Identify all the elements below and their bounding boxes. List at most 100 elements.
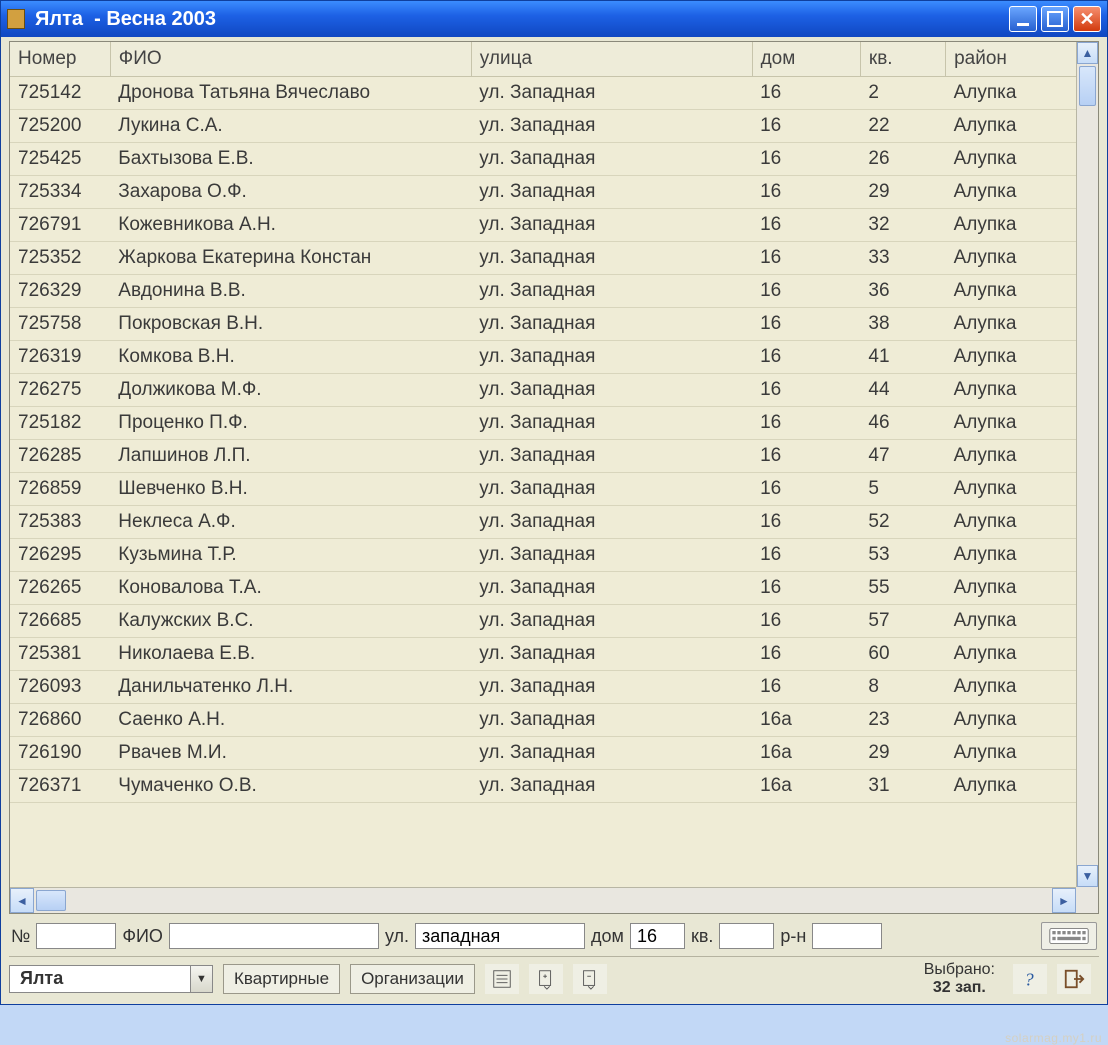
export-remove-button[interactable] [573,964,607,994]
cell-num: 725200 [10,110,110,143]
search-fio-input[interactable] [169,923,379,949]
table-row[interactable]: 726265Коновалова Т.А.ул. Западная1655Алу… [10,572,1076,605]
cell-street: ул. Западная [471,176,752,209]
scroll-down-button[interactable]: ▼ [1077,865,1098,887]
cell-street: ул. Западная [471,407,752,440]
scroll-left-button[interactable]: ◄ [10,888,34,913]
cell-house: 16а [752,770,860,803]
search-house-input[interactable] [630,923,685,949]
cell-num: 726093 [10,671,110,704]
cell-num: 726329 [10,275,110,308]
col-apt[interactable]: кв. [860,42,945,77]
cell-house: 16 [752,242,860,275]
data-grid[interactable]: Номер ФИО улица дом кв. район 725142Дрон… [10,42,1076,887]
table-row[interactable]: 726791Кожевникова А.Н.ул. Западная1632Ал… [10,209,1076,242]
cell-num: 725758 [10,308,110,341]
cell-fio: Кожевникова А.Н. [110,209,471,242]
table-row[interactable]: 725381Николаева Е.В.ул. Западная1660Алуп… [10,638,1076,671]
help-icon: ? [1019,968,1041,990]
exit-button[interactable] [1057,964,1091,994]
table-row[interactable]: 726093Данильчатенко Л.Н.ул. Западная168А… [10,671,1076,704]
cell-district: Алупка [946,506,1076,539]
city-combobox[interactable]: Ялта ▼ [9,965,213,993]
search-row: № ФИО ул. дом кв. р-н [9,918,1099,954]
hscroll-thumb[interactable] [36,890,66,911]
table-row[interactable]: 726860Саенко А.Н.ул. Западная16а23Алупка [10,704,1076,737]
titlebar[interactable]: Ялта - Весна 2003 ✕ [1,1,1107,37]
table-row[interactable]: 725352Жаркова Екатерина Констанул. Запад… [10,242,1076,275]
search-apt-input[interactable] [719,923,774,949]
close-button[interactable]: ✕ [1073,6,1101,32]
table-row[interactable]: 725182Проценко П.Ф.ул. Западная1646Алупк… [10,407,1076,440]
cell-fio: Покровская В.Н. [110,308,471,341]
kvartirnye-button[interactable]: Квартирные [223,964,340,994]
organizacii-button[interactable]: Организации [350,964,475,994]
export-add-button[interactable] [529,964,563,994]
search-district-input[interactable] [812,923,882,949]
exit-icon [1063,968,1085,990]
svg-text:?: ? [1025,969,1035,989]
maximize-button[interactable] [1041,6,1069,32]
table-row[interactable]: 726859Шевченко В.Н.ул. Западная165Алупка [10,473,1076,506]
cell-num: 726265 [10,572,110,605]
cell-street: ул. Западная [471,473,752,506]
cell-street: ул. Западная [471,737,752,770]
table-row[interactable]: 726329Авдонина В.В.ул. Западная1636Алупк… [10,275,1076,308]
table-row[interactable]: 726371Чумаченко О.В.ул. Западная16а31Алу… [10,770,1076,803]
table-row[interactable]: 725334Захарова О.Ф.ул. Западная1629Алупк… [10,176,1076,209]
scroll-track[interactable] [1077,64,1098,865]
col-street[interactable]: улица [471,42,752,77]
list-button[interactable] [485,964,519,994]
table-row[interactable]: 726190Рвачев М.И.ул. Западная16а29Алупка [10,737,1076,770]
table-row[interactable]: 725200Лукина С.А.ул. Западная1622Алупка [10,110,1076,143]
cell-street: ул. Западная [471,374,752,407]
cell-num: 726295 [10,539,110,572]
scroll-right-button[interactable]: ► [1052,888,1076,913]
cell-house: 16 [752,77,860,110]
search-house-label: дом [591,926,624,947]
horizontal-scrollbar[interactable]: ◄ ► [10,887,1076,913]
cell-fio: Кузьмина Т.Р. [110,539,471,572]
cell-street: ул. Западная [471,143,752,176]
table-row[interactable]: 725383Неклеса А.Ф.ул. Западная1652Алупка [10,506,1076,539]
search-street-input[interactable] [415,923,585,949]
cell-num: 725425 [10,143,110,176]
table-row[interactable]: 726685Калужских В.С.ул. Западная1657Алуп… [10,605,1076,638]
col-number[interactable]: Номер [10,42,110,77]
cell-house: 16 [752,341,860,374]
search-num-input[interactable] [36,923,116,949]
cell-street: ул. Западная [471,704,752,737]
scroll-up-button[interactable]: ▲ [1077,42,1098,64]
keyboard-icon [1049,927,1089,945]
cell-district: Алупка [946,275,1076,308]
help-button[interactable]: ? [1013,964,1047,994]
table-row[interactable]: 726275Должикова М.Ф.ул. Западная1644Алуп… [10,374,1076,407]
cell-street: ул. Западная [471,671,752,704]
col-fio[interactable]: ФИО [110,42,471,77]
cell-apt: 55 [860,572,945,605]
file-plus-icon [535,968,557,990]
scroll-thumb[interactable] [1079,66,1096,106]
table-row[interactable]: 726319Комкова В.Н.ул. Западная1641Алупка [10,341,1076,374]
cell-street: ул. Западная [471,209,752,242]
col-house[interactable]: дом [752,42,860,77]
content-pane: Номер ФИО улица дом кв. район 725142Дрон… [9,41,1099,914]
table-row[interactable]: 725142Дронова Татьяна Вячеславоул. Запад… [10,77,1076,110]
chevron-down-icon[interactable]: ▼ [190,966,212,992]
table-row[interactable]: 726295Кузьмина Т.Р.ул. Западная1653Алупк… [10,539,1076,572]
cell-apt: 22 [860,110,945,143]
cell-apt: 5 [860,473,945,506]
cell-street: ул. Западная [471,440,752,473]
cell-fio: Лукина С.А. [110,110,471,143]
table-row[interactable]: 725758Покровская В.Н.ул. Западная1638Алу… [10,308,1076,341]
hscroll-track[interactable] [34,888,1052,913]
table-row[interactable]: 726285Лапшинов Л.П.ул. Западная1647Алупк… [10,440,1076,473]
virtual-keyboard-button[interactable] [1041,922,1097,950]
cell-apt: 38 [860,308,945,341]
cell-fio: Лапшинов Л.П. [110,440,471,473]
minimize-button[interactable] [1009,6,1037,32]
vertical-scrollbar[interactable]: ▲ ▼ [1076,42,1098,887]
cell-district: Алупка [946,605,1076,638]
table-row[interactable]: 725425Бахтызова Е.В.ул. Западная1626Алуп… [10,143,1076,176]
col-district[interactable]: район [946,42,1076,77]
